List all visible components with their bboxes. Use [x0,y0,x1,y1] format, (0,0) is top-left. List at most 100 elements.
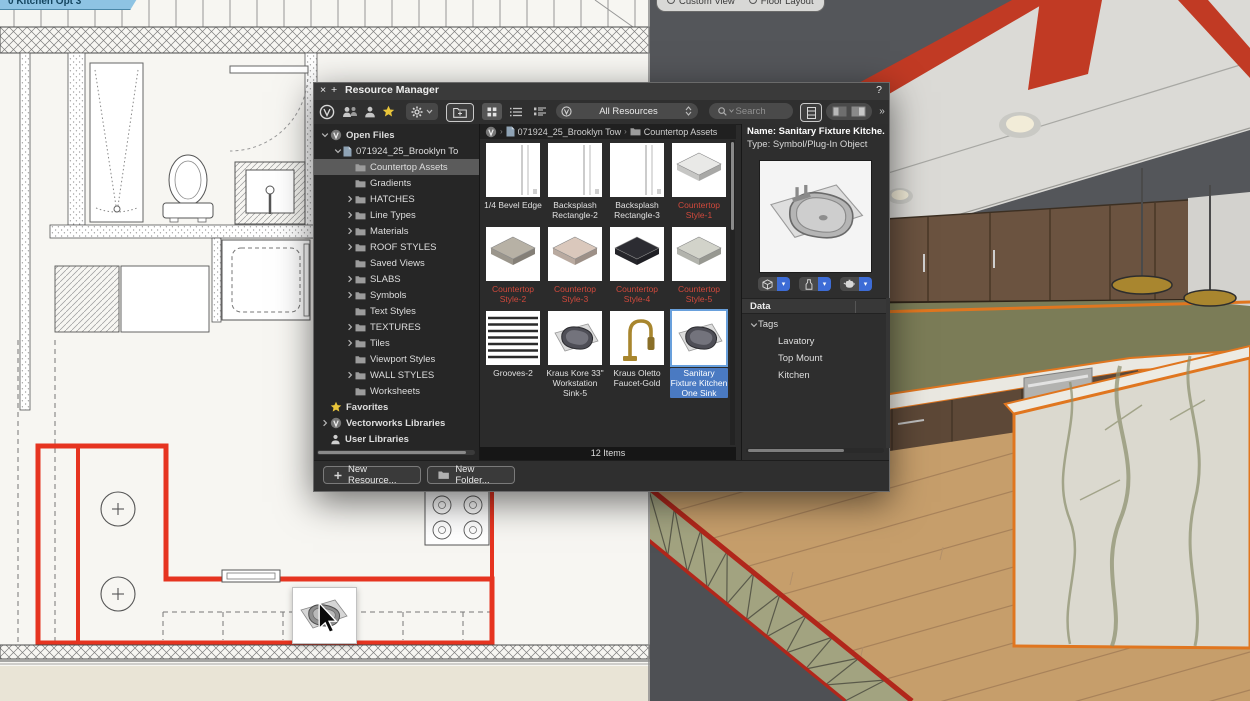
tree-expander[interactable] [344,227,355,235]
tags-group-row[interactable]: Tags [742,316,890,333]
tree-item-user-libraries[interactable]: User Libraries [314,431,479,447]
new-folder-toolbar-button[interactable] [446,103,474,122]
resource-item[interactable]: Kraus Oletto Faucet-Gold [606,308,668,402]
chevron-down-icon[interactable]: ▾ [818,277,831,291]
resource-item[interactable]: Countertop Style-3 [544,224,606,308]
tree-expander[interactable] [344,291,355,299]
preview-cube-dropdown[interactable]: ▾ [758,277,790,291]
breadcrumb-item[interactable]: 071924_25_Brooklyn Tow [518,127,621,137]
dragged-resource-ghost[interactable] [292,587,357,644]
tree-expander[interactable] [344,243,355,251]
shared-libraries-button[interactable] [340,103,360,120]
favorites-button[interactable] [380,103,396,120]
list-view-button[interactable] [506,103,526,120]
tree-item-countertop-assets[interactable]: Countertop Assets [314,159,479,175]
grid-vertical-scrollbar[interactable] [730,140,735,445]
tab-floor-layout[interactable]: Floor Layout [749,0,814,10]
tree-item-materials[interactable]: Materials [314,223,479,239]
tag-row[interactable]: Top Mount [742,350,890,367]
tree-item-viewport-styles[interactable]: Viewport Styles [314,351,479,367]
tree-item-favorites[interactable]: Favorites [314,399,479,415]
tree-expander[interactable] [344,195,355,203]
resource-thumbnail[interactable] [672,143,726,197]
vectorworks-logo-button[interactable] [318,103,336,120]
resource-thumbnail[interactable] [672,227,726,281]
new-folder-button[interactable]: New Folder... [427,466,515,484]
tag-row[interactable]: Lavatory [742,333,890,350]
tree-item-hatches[interactable]: HATCHES [314,191,479,207]
resource-thumbnail[interactable] [610,143,664,197]
tree-item-071924-25-brooklyn-to[interactable]: 071924_25_Brooklyn To [314,143,479,159]
user-library-button[interactable] [362,103,378,120]
tree-item-saved-views[interactable]: Saved Views [314,255,479,271]
tree-item-line-types[interactable]: Line Types [314,207,479,223]
toolbar-overflow-button[interactable]: » [876,103,888,120]
resource-item[interactable]: Backsplash Rectangle-2 [544,140,606,224]
preview-pane-toggle-button[interactable] [800,103,822,122]
grid-view-button[interactable] [482,103,502,120]
resource-thumbnail[interactable] [548,227,602,281]
tree-expander[interactable] [319,419,330,427]
tree-expander[interactable] [344,211,355,219]
tree-item-worksheets[interactable]: Worksheets [314,383,479,399]
data-section-header[interactable]: Data [742,298,890,314]
tree-item-tiles[interactable]: Tiles [314,335,479,351]
tree-expander[interactable] [332,147,343,155]
resource-manager-titlebar[interactable]: × + Resource Manager ? [314,83,889,101]
resource-thumbnail[interactable] [610,227,664,281]
tree-item-text-styles[interactable]: Text Styles [314,303,479,319]
preview-horizontal-scrollbar[interactable] [746,448,884,453]
close-icon[interactable]: × [320,84,326,96]
resource-thumbnail[interactable] [486,311,540,365]
tree-item-roof-styles[interactable]: ROOF STYLES [314,239,479,255]
tree-item-textures[interactable]: TEXTURES [314,319,479,335]
resource-item[interactable]: Countertop Style-5 [668,224,730,308]
new-resource-button[interactable]: New Resource... [323,466,421,484]
add-tab-icon[interactable]: + [331,84,337,96]
tab-custom-view[interactable]: Custom View [667,0,735,10]
tree-item-wall-styles[interactable]: WALL STYLES [314,367,479,383]
resource-item[interactable]: Kraus Kore 33" Workstation Sink-5 [544,308,606,402]
resource-thumbnail[interactable] [548,143,602,197]
resource-thumbnail[interactable] [610,311,664,365]
resource-item[interactable]: Countertop Style-1 [668,140,730,224]
chevron-down-icon[interactable]: ▾ [777,277,790,291]
right-panel-layout-icon[interactable] [851,106,866,117]
tree-expander[interactable] [344,323,355,331]
help-icon[interactable]: ? [876,84,882,96]
preview-teapot-dropdown[interactable]: ▾ [840,277,872,291]
tree-expander[interactable] [750,321,758,329]
chevron-down-icon[interactable]: ▾ [859,277,872,291]
tree-item-gradients[interactable]: Gradients [314,175,479,191]
search-input[interactable] [734,105,790,118]
resource-thumbnail[interactable] [548,311,602,365]
left-panel-layout-icon[interactable] [832,106,847,117]
tree-horizontal-scrollbar[interactable] [317,450,475,455]
resource-thumbnail[interactable] [486,143,540,197]
tree-item-vectorworks-libraries[interactable]: Vectorworks Libraries [314,415,479,431]
resource-item[interactable]: Sanitary Fixture Kitchen One Sink [668,308,730,402]
tree-expander[interactable] [344,371,355,379]
resource-thumbnail[interactable] [672,311,726,365]
resource-item[interactable]: 1/4 Bevel Edge [482,140,544,224]
tree-expander[interactable] [319,131,330,139]
tag-row[interactable]: Kitchen [742,367,890,384]
breadcrumb-item[interactable]: Countertop Assets [644,127,718,137]
tree-expander[interactable] [344,275,355,283]
resource-item[interactable]: Backsplash Rectangle-3 [606,140,668,224]
plan-sheet-tab[interactable]: 0 Kitchen Opt 3 [0,0,140,10]
settings-button[interactable] [406,103,438,120]
resource-item[interactable]: Countertop Style-4 [606,224,668,308]
resource-item[interactable]: Grooves-2 [482,308,544,402]
resource-thumbnail[interactable] [486,227,540,281]
tree-item-slabs[interactable]: SLABS [314,271,479,287]
resource-filter-dropdown[interactable]: All Resources [556,103,698,119]
search-field[interactable] [709,103,793,119]
tree-item-open-files[interactable]: Open Files [314,127,479,143]
detail-view-button[interactable] [530,103,550,120]
resource-item[interactable]: Countertop Style-2 [482,224,544,308]
preview-vertical-scrollbar[interactable] [886,298,890,448]
tree-expander[interactable] [344,339,355,347]
preview-object-dropdown[interactable]: ▾ [799,277,831,291]
tree-item-symbols[interactable]: Symbols [314,287,479,303]
